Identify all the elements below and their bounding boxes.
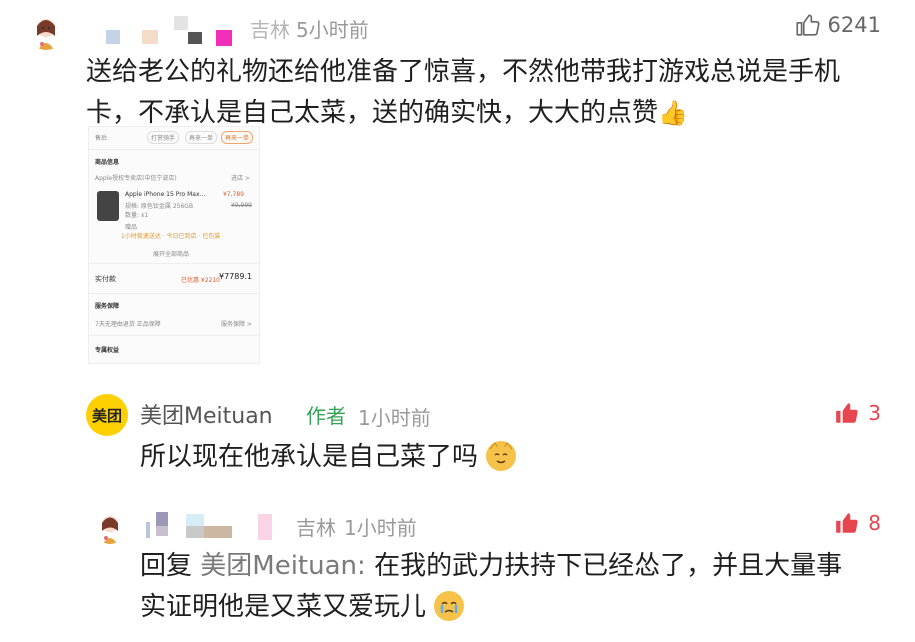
comment-author[interactable]: 吉林 [250,14,290,43]
reply-like-count: 3 [868,401,881,425]
product-thumbnail [97,191,119,221]
comment-text: 送给老公的礼物还给他准备了惊喜，不然他带我打游戏总说是手机 卡，不承认是自己太菜… [86,52,886,134]
username-mosaic [106,14,246,48]
order-section-goods: 商品信息 [95,159,120,166]
order-screenshot-image[interactable]: 售后 打赏骑手 再来一单 再来一单 商品信息 Apple授权专卖店(中信宁波店)… [88,126,260,364]
nested-reply-like-count: 8 [868,511,881,535]
cat-emoji-icon [486,441,517,471]
order-paid-amount: ¥7789.1 [219,272,253,281]
reply-text: 所以现在他承认是自己菜了吗 [140,442,479,472]
comment-time: 5小时前 [296,18,369,42]
nested-reply-author[interactable]: 吉林 [296,512,336,541]
thumbs-up-emoji-icon: 👍 [658,99,688,127]
order-tab-again: 再来一单 [221,131,254,144]
order-tab-after-sale: 售后 [95,135,108,142]
crying-face-emoji-icon [434,591,465,621]
order-section-service: 服务保障 [95,303,120,310]
like-count: 6241 [827,13,881,37]
like-button[interactable]: 6241 [794,12,881,38]
reply-text-wrap: 所以现在他承认是自己菜了吗 [140,437,517,478]
order-expand-text: 展开全部商品 [153,251,190,258]
meituan-avatar[interactable]: 美团 [86,394,128,436]
order-product-name: Apple iPhone 15 Pro Max... [125,191,206,198]
nested-user-avatar-icon [102,516,118,544]
order-promo-text: 1小时极速送达 · 今日已到店 · 已包装 [121,233,221,240]
order-paid-note: 已优惠 ¥2210 [181,277,220,284]
nested-reply-time: 1小时前 [344,516,417,540]
reply-like-button[interactable]: 3 [834,400,881,426]
order-store-link: 进店 > [231,175,250,182]
nested-reply-line1: 回复 美团Meituan: 在我的武力扶持下已经怂了，并且大量事 [140,546,880,587]
reply-target[interactable]: 美团Meituan [200,551,357,581]
author-badge: 作者 [306,404,346,428]
order-product-spec: 规格: 原色钛金属 256GB [125,203,194,210]
nested-reply-line2: 实证明他是又菜又爱玩儿 [140,587,880,628]
reply-colon: : [357,551,366,581]
order-tab-support: 打赏骑手 [147,131,180,144]
order-store-name: Apple授权专卖店(中信宁波店) [95,175,177,182]
meituan-logo: 美团 [91,406,122,425]
reply-prefix: 回复 [140,551,193,581]
reply-author[interactable]: 美团Meituan [140,398,273,430]
order-product-price: ¥7,789 [223,191,244,198]
reply-time: 1小时前 [358,406,431,430]
order-product-orig-price: ¥9,999 [231,202,252,209]
order-tab-resend: 再来一单 [185,131,218,144]
user-avatar[interactable] [28,14,64,50]
nested-reply-text-line2: 实证明他是又菜又爱玩儿 [140,592,427,622]
thumbs-up-filled-icon [836,513,858,533]
nested-user-avatar[interactable] [94,512,126,544]
order-gift-label: 赠品 [125,224,138,231]
nested-reply-like-button[interactable]: 8 [834,510,881,536]
comment-text-line1: 送给老公的礼物还给他准备了惊喜，不然他带我打游戏总说是手机 [86,57,841,87]
nested-username-mosaic [142,510,282,540]
order-product-qty: 数量: x1 [125,212,149,219]
nested-reply-text-line1: 在我的武力扶持下已经怂了，并且大量事 [374,551,843,581]
thumbs-up-outline-icon [795,14,820,36]
order-paid-label: 实付款 [95,275,116,283]
order-service-text: 7天无理由退货 正品保障 [95,321,161,328]
order-service-link: 服务保障 > [221,321,252,328]
nested-reply-text: 回复 美团Meituan: 在我的武力扶持下已经怂了，并且大量事 实证明他是又菜… [140,546,880,628]
user-avatar-icon [37,19,55,50]
order-section-delivery: 专属权益 [95,347,120,354]
crying-face-icon [435,592,464,620]
thumbs-up-filled-icon [836,403,858,423]
comment-text-line2: 卡，不承认是自己太菜，送的确实快，大大的点赞 [86,98,659,128]
cat-face-icon [489,442,513,468]
